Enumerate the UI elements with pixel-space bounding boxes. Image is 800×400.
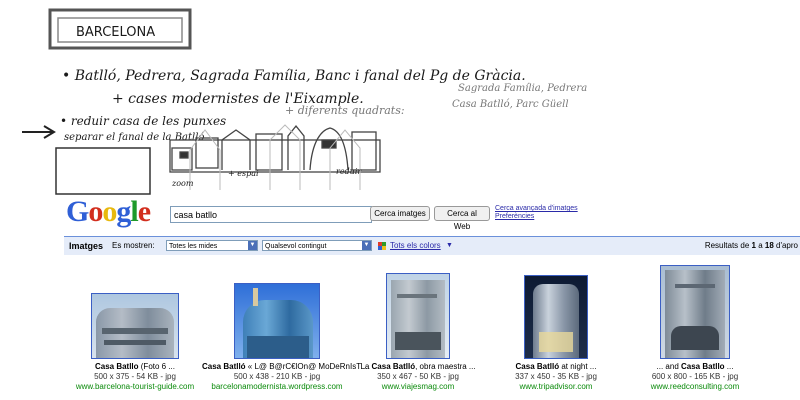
results-suffix: d'apro <box>773 241 798 250</box>
result-title[interactable]: Casa Batlló at night ... <box>481 362 631 372</box>
sketch-line-5: separar el fanal de la Batlló <box>64 132 204 143</box>
image-result[interactable]: La Casa Batlló, obra maestra ... 350 x 4… <box>343 260 493 392</box>
chevron-down-icon: ▼ <box>362 241 371 250</box>
search-web-button[interactable]: Cerca al Web <box>434 206 490 231</box>
sketch-empty-frame <box>55 147 151 195</box>
caret-down-icon[interactable]: ▼ <box>446 237 453 255</box>
sketch-label-zoom: zoom <box>171 179 194 188</box>
image-result[interactable]: Casa Batlló « L@ B@rC€lOn@ MoDeRnIsT ...… <box>202 260 370 392</box>
result-meta: 600 x 800 - 165 KB - jpg <box>651 372 739 381</box>
result-site[interactable]: barcelonamodernista.wordpress.com <box>202 382 352 392</box>
result-thumbnail[interactable] <box>91 293 179 359</box>
all-colors-link[interactable]: Tots els colors <box>390 237 441 255</box>
search-input[interactable] <box>170 206 372 223</box>
sketch-line-4: • reduir casa de les punxes <box>60 114 226 128</box>
show-label: Es mostren: <box>112 241 155 250</box>
result-title[interactable]: La Casa Batlló, obra maestra ... <box>343 362 493 372</box>
image-result[interactable]: Casa Batllo (Foto 6 ... 500 x 375 - 54 K… <box>60 260 210 392</box>
result-thumbnail[interactable] <box>524 275 588 359</box>
result-meta: 350 x 467 - 50 KB - jpg <box>377 372 459 381</box>
result-meta: 500 x 438 - 210 KB - jpg <box>233 372 321 381</box>
result-site[interactable]: www.viajesmag.com <box>343 382 493 392</box>
results-toolbar: Imatges Es mostren: Totes les mides ▼ Qu… <box>64 236 800 255</box>
sketch-side-note-1: Sagrada Família, Pedrera <box>458 83 587 94</box>
preferences-link[interactable]: Preferències <box>495 213 534 220</box>
sketch-line-1: • Batlló, Pedrera, Sagrada Família, Banc… <box>62 68 526 84</box>
content-select[interactable]: Qualsevol contingut ▼ <box>262 240 372 251</box>
sketch-side-note-2: Casa Batlló, Parc Güell <box>452 99 569 110</box>
sketch-faint-facade <box>189 124 361 190</box>
chevron-down-icon: ▼ <box>248 241 257 250</box>
result-site[interactable]: www.barcelona-tourist-guide.com <box>60 382 210 392</box>
logo-letter: g <box>116 195 131 228</box>
logo-letter: o <box>88 195 103 228</box>
search-images-button[interactable]: Cerca imatges <box>370 206 430 221</box>
image-result[interactable]: Casa Batlló at night ... 337 x 450 - 35 … <box>481 260 631 392</box>
result-site[interactable]: www.reedconsulting.com <box>620 382 770 392</box>
logo-letter: o <box>102 195 117 228</box>
logo-letter: l <box>130 195 138 228</box>
sketch-label-reduce: reduir <box>336 167 362 176</box>
results-count: Resultats de 1 a 18 d'apro <box>705 237 798 255</box>
results-mid: a <box>755 241 765 250</box>
google-logo[interactable]: Google <box>66 195 151 229</box>
section-title: Imatges <box>69 241 104 251</box>
size-select-value: Totes les mides <box>169 243 218 250</box>
sketch-annotation: BARCELONA • Batlló, Pedrera, Sagrada Fam… <box>22 8 587 195</box>
logo-letter: e <box>137 195 151 228</box>
results-prefix: Resultats de <box>704 241 752 250</box>
results-to: 18 <box>764 241 774 250</box>
sketch-label-space: + espai <box>228 169 259 178</box>
color-grid-icon <box>378 242 386 250</box>
result-thumbnail[interactable] <box>234 283 320 359</box>
result-thumbnail[interactable] <box>660 265 730 359</box>
result-meta: 500 x 375 - 54 KB - jpg <box>94 372 176 381</box>
arrow-icon <box>22 125 56 139</box>
size-select[interactable]: Totes les mides ▼ <box>166 240 258 251</box>
advanced-image-search-link[interactable]: Cerca avançada d'imatges <box>495 205 578 212</box>
logo-letter: G <box>66 195 89 228</box>
image-result[interactable]: ... and Casa Batllo ... 600 x 800 - 165 … <box>620 260 770 392</box>
content-select-value: Qualsevol contingut <box>265 243 327 250</box>
result-thumbnail[interactable] <box>386 273 450 359</box>
sketch-title: BARCELONA <box>76 25 155 40</box>
sketch-line-3: + diferents quadrats: <box>285 104 405 117</box>
result-meta: 337 x 450 - 35 KB - jpg <box>515 372 597 381</box>
result-title[interactable]: Casa Batllo (Foto 6 ... <box>60 362 210 372</box>
result-title[interactable]: Casa Batlló « L@ B@rC€lOn@ MoDeRnIsT ... <box>202 362 370 372</box>
result-site[interactable]: www.tripadvisor.com <box>481 382 631 392</box>
result-title[interactable]: ... and Casa Batllo ... <box>620 362 770 372</box>
